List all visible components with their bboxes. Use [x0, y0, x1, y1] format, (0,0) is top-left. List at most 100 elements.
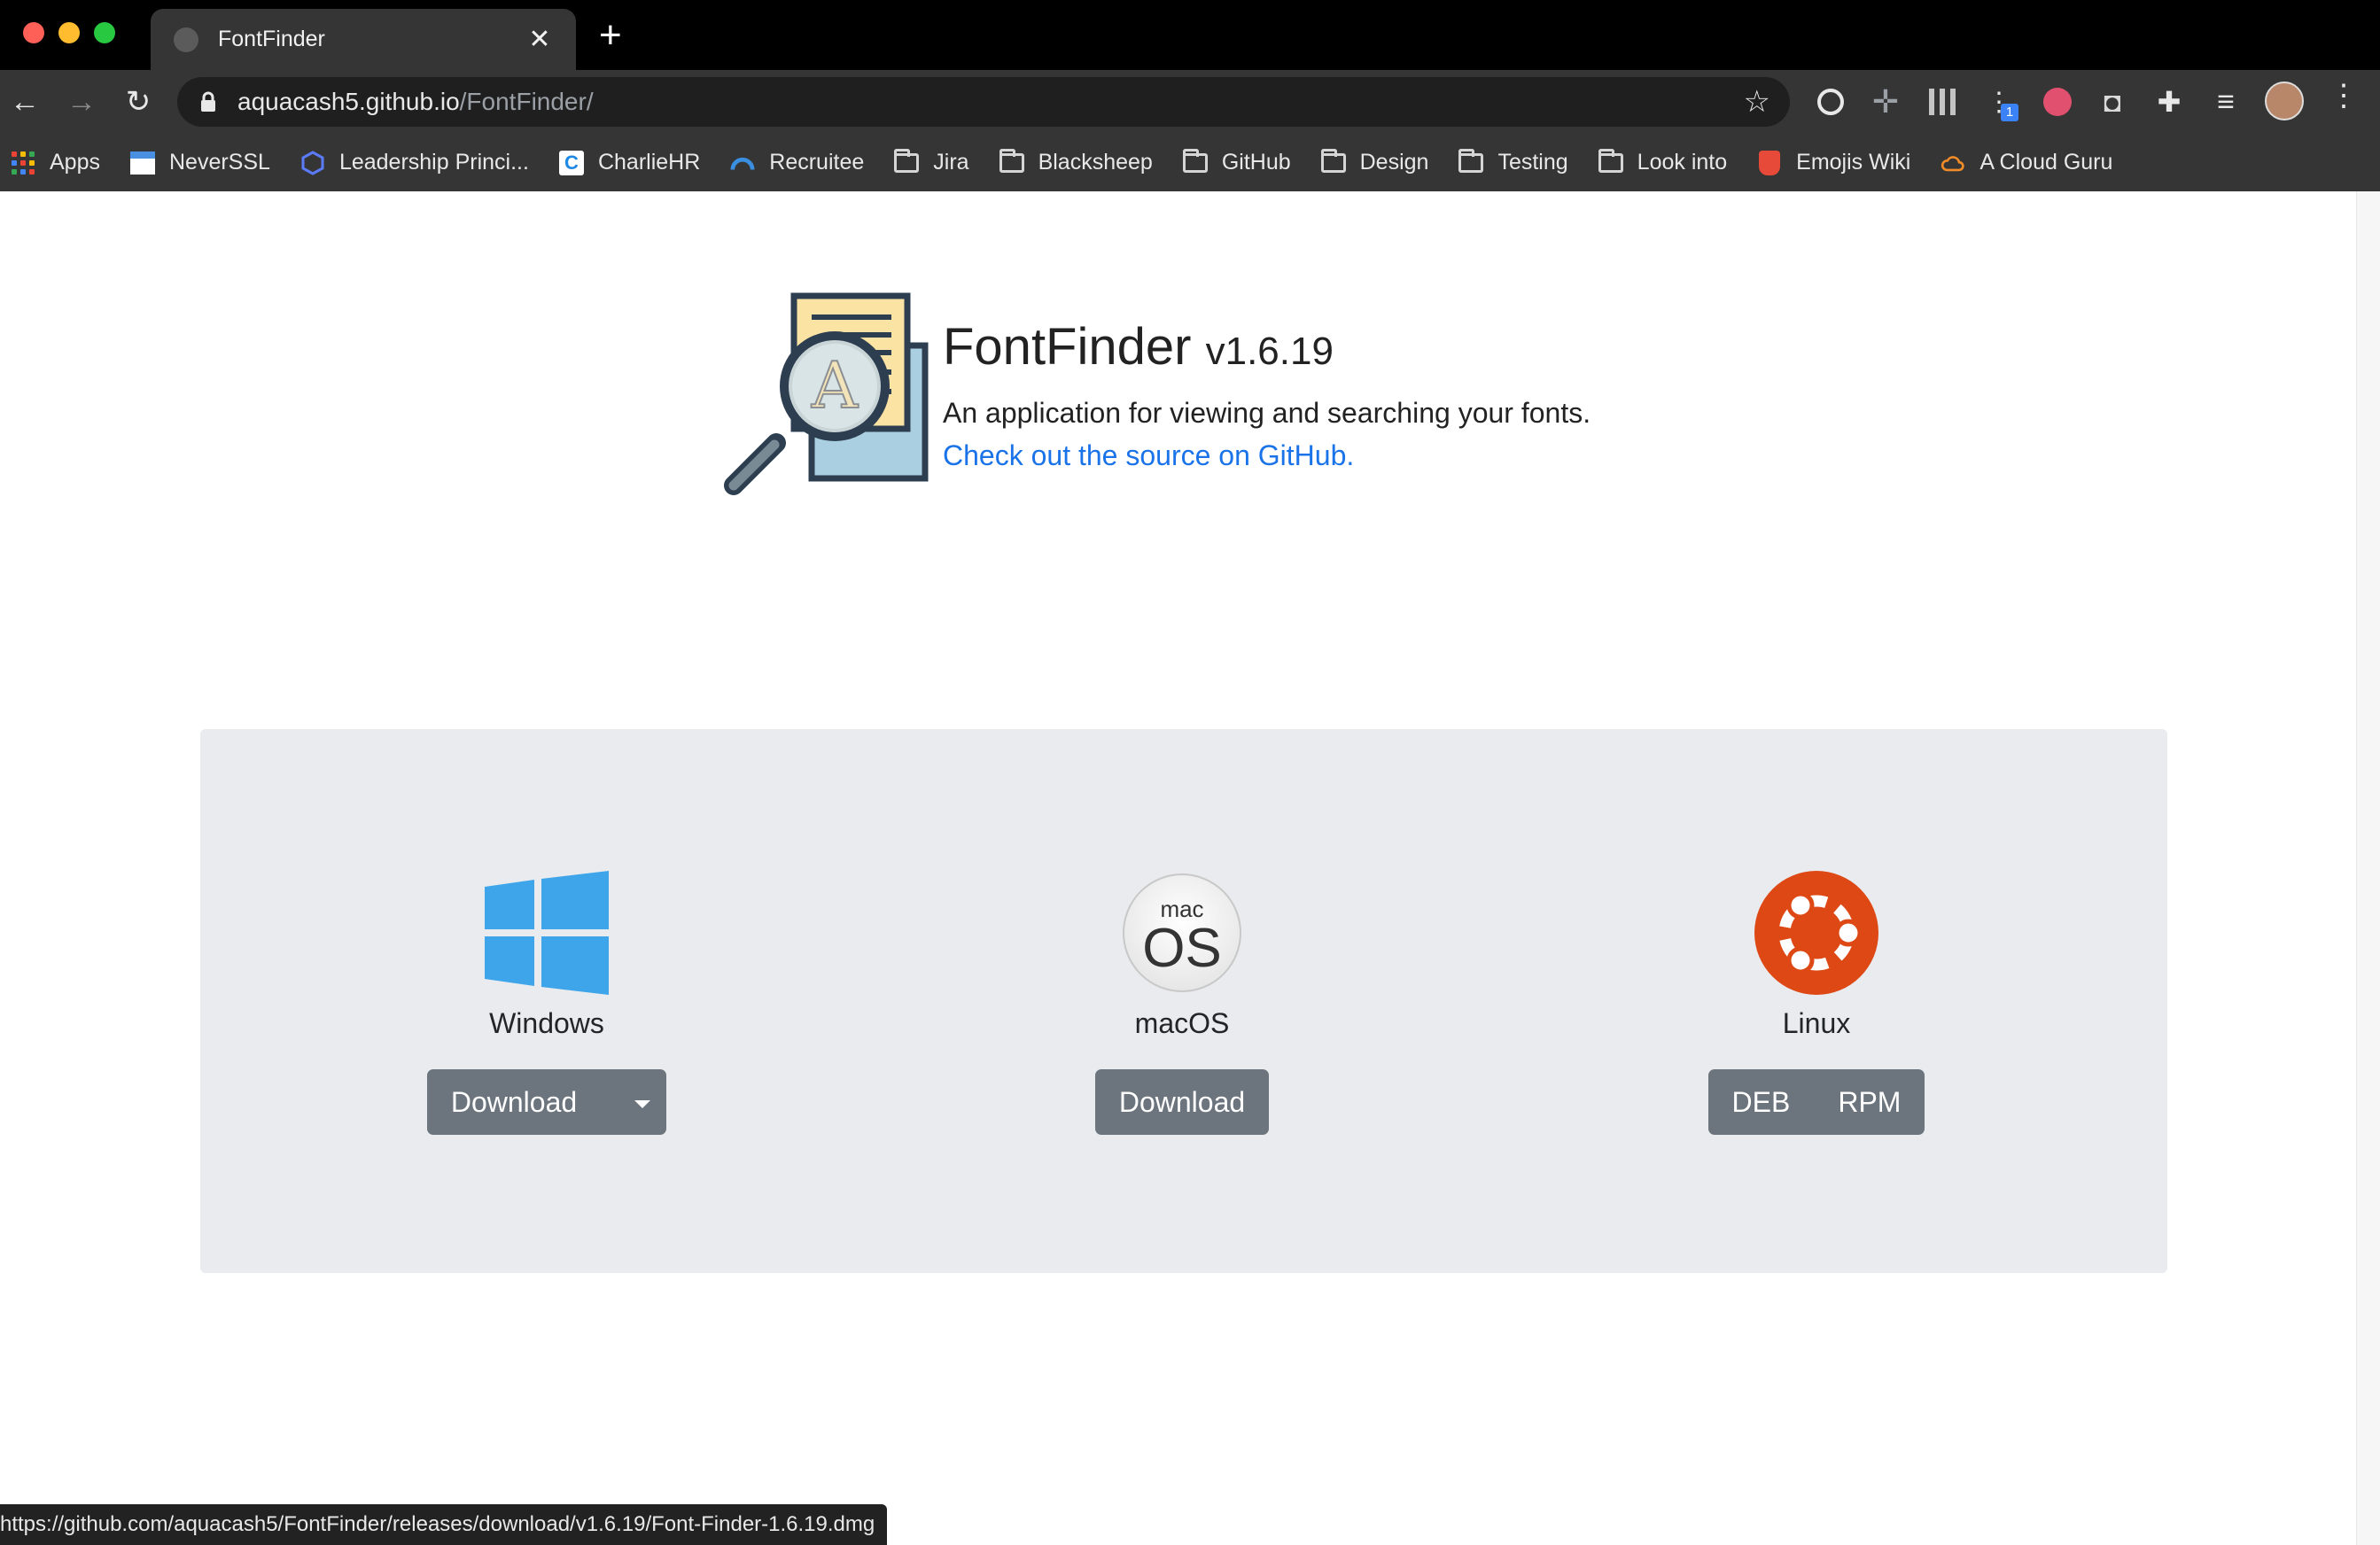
folder-icon — [1598, 148, 1623, 175]
zoom-window-button[interactable] — [94, 22, 115, 43]
platform-name-linux: Linux — [1782, 1007, 1851, 1039]
qr-code-icon[interactable] — [1923, 82, 1962, 121]
bookmark-label: NeverSSL — [168, 150, 270, 175]
platform-name-windows: Windows — [489, 1007, 604, 1039]
platform-windows: Windows Download — [369, 871, 724, 1135]
page-scrollbar[interactable] — [2356, 191, 2380, 1545]
svg-text:A: A — [811, 348, 859, 423]
folder-icon — [1458, 148, 1484, 175]
folder-icon — [999, 148, 1024, 175]
more-menu-icon[interactable]: ⋮ — [2329, 78, 2359, 113]
bookmarks-bar: Apps NeverSSL Leadership Princi... C Cha… — [0, 134, 2380, 191]
windows-download-button[interactable]: Download — [426, 1069, 602, 1135]
password-manager-icon[interactable] — [1811, 82, 1850, 121]
bookmark-label: Leadership Princi... — [338, 150, 529, 175]
linux-rpm-button[interactable]: RPM — [1814, 1069, 1925, 1135]
bookmark-blacksheep[interactable]: Blacksheep — [999, 148, 1153, 175]
windows-logo-icon — [485, 871, 609, 995]
bookmark-testing[interactable]: Testing — [1458, 148, 1568, 175]
lock-icon — [201, 91, 215, 112]
macos-logo-icon: mac OS — [1123, 873, 1241, 992]
close-window-button[interactable] — [23, 22, 44, 43]
macos-download-group: Download — [1094, 1069, 1270, 1135]
profile-avatar[interactable] — [2265, 82, 2304, 120]
bookmark-recruitee[interactable]: Recruitee — [730, 150, 864, 175]
folder-icon — [1320, 148, 1346, 175]
app-version: v1.6.19 — [1205, 330, 1334, 373]
macos-download-button[interactable]: Download — [1094, 1069, 1270, 1135]
bookmark-apps[interactable]: Apps — [11, 150, 100, 175]
linux-download-group: DEB RPM — [1707, 1069, 1925, 1135]
bookmark-label: Recruitee — [769, 150, 865, 175]
minimize-window-button[interactable] — [58, 22, 80, 43]
tab-close-icon[interactable]: ✕ — [526, 24, 553, 55]
platform-linux: Linux DEB RPM — [1639, 871, 1994, 1135]
charliehr-icon: C — [558, 150, 584, 175]
bookmark-label: Design — [1359, 150, 1429, 175]
downloads-panel: Windows Download mac OS macOS Download L… — [200, 729, 2167, 1273]
url-host: aquacash5.github.io — [237, 88, 460, 115]
url-path: /FontFinder/ — [459, 88, 594, 115]
bookmark-star-icon[interactable]: ☆ — [1744, 84, 1770, 120]
forward-arrow-icon[interactable]: → — [60, 81, 103, 123]
new-tab-icon[interactable]: + — [599, 16, 622, 55]
bookmark-label: Blacksheep — [1038, 150, 1153, 175]
app-name: FontFinder — [943, 318, 1192, 376]
bookmark-label: Emojis Wiki — [1796, 150, 1911, 175]
neverssl-icon — [129, 151, 155, 175]
extension-badge-icon[interactable]: ⋮ 1 — [1979, 82, 2018, 121]
window-titlebar: FontFinder ✕ + — [0, 0, 2380, 70]
bookmark-jira[interactable]: Jira — [894, 148, 969, 175]
bookmark-emojis-wiki[interactable]: Emojis Wiki — [1757, 150, 1910, 175]
address-bar[interactable]: aquacash5.github.io/FontFinder/ ☆ — [177, 77, 1790, 127]
bookmark-github[interactable]: GitHub — [1182, 148, 1291, 175]
cloud-icon — [1941, 151, 1965, 175]
bookmark-label: A Cloud Guru — [1979, 150, 2113, 175]
chevron-down-icon — [634, 1100, 651, 1109]
pink-extension-icon[interactable] — [2038, 82, 2077, 121]
platform-macos: mac OS macOS Download — [1005, 871, 1359, 1135]
bookmark-label: GitHub — [1221, 150, 1291, 175]
app-description: An application for viewing and searching… — [943, 397, 1591, 429]
app-header: A FontFinder v1.6.19 An application for … — [723, 292, 1698, 505]
page-title: FontFinder v1.6.19 — [943, 317, 1334, 377]
bookmark-label: Testing — [1497, 150, 1568, 175]
back-arrow-icon[interactable]: ← — [4, 81, 46, 123]
recruitee-icon — [730, 151, 755, 175]
media-control-icon[interactable]: ≡ — [2206, 82, 2245, 121]
apps-grid-icon — [11, 151, 35, 175]
camera-icon[interactable]: ◘ — [2093, 82, 2132, 121]
emoji-icon — [1757, 150, 1782, 175]
status-bar-url: https://github.com/aquacash5/FontFinder/… — [0, 1504, 888, 1545]
bookmark-label: Apps — [50, 150, 100, 175]
fontfinder-logo-icon: A — [724, 292, 929, 495]
reload-icon[interactable]: ↻ — [117, 81, 159, 123]
macos-icon-big-text: OS — [1142, 918, 1222, 979]
folder-icon — [1182, 148, 1208, 175]
hexagon-icon — [300, 150, 325, 175]
tab-title: FontFinder — [218, 27, 325, 51]
platform-name-macos: macOS — [1134, 1007, 1230, 1039]
extensions-puzzle-icon[interactable]: ✚ — [2150, 82, 2189, 121]
windows-download-dropdown[interactable] — [601, 1069, 667, 1135]
folder-icon — [894, 148, 920, 175]
windows-download-group: Download — [426, 1069, 667, 1135]
bookmark-label: CharlieHR — [597, 150, 701, 175]
browser-tab[interactable]: FontFinder ✕ — [151, 9, 576, 70]
github-source-link[interactable]: Check out the source on GitHub. — [943, 439, 1354, 472]
bookmark-label: Jira — [933, 150, 969, 175]
bookmark-neverssl[interactable]: NeverSSL — [129, 150, 270, 175]
bookmark-design[interactable]: Design — [1320, 148, 1429, 175]
move-icon[interactable]: ✛ — [1866, 82, 1905, 121]
bookmark-charliehr[interactable]: C CharlieHR — [558, 150, 701, 175]
globe-icon — [174, 27, 198, 52]
address-url[interactable]: aquacash5.github.io/FontFinder/ — [237, 88, 1744, 116]
bookmark-label: Look into — [1637, 150, 1728, 175]
bookmark-look-into[interactable]: Look into — [1598, 148, 1728, 175]
bookmark-a-cloud-guru[interactable]: A Cloud Guru — [1941, 150, 2112, 175]
extension-badge-count: 1 — [2001, 104, 2018, 121]
linux-deb-button[interactable]: DEB — [1707, 1069, 1815, 1135]
bookmark-leadership[interactable]: Leadership Princi... — [300, 150, 529, 175]
browser-toolbar: ← → ↻ aquacash5.github.io/FontFinder/ ☆ … — [0, 70, 2380, 134]
ubuntu-logo-icon — [1754, 871, 1878, 995]
